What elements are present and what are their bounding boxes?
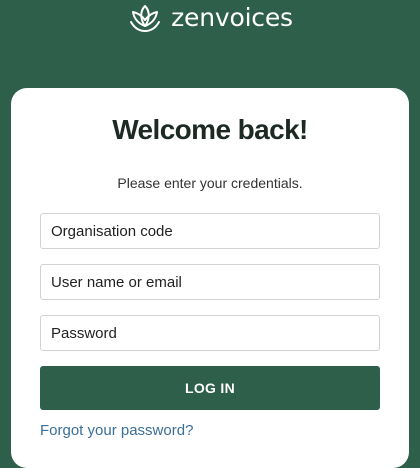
page-subtitle: Please enter your credentials. [117, 175, 303, 191]
username-input[interactable] [40, 264, 380, 300]
page-title: Welcome back! [112, 114, 308, 145]
lotus-icon [130, 5, 161, 32]
brand-name: zenvoices [171, 2, 293, 32]
brand-header: zenvoices [0, 0, 420, 38]
organisation-code-input[interactable] [40, 213, 380, 249]
forgot-password-link[interactable]: Forgot your password? [40, 422, 193, 439]
login-button[interactable]: LOG IN [40, 366, 380, 410]
login-card: Welcome back! Please enter your credenti… [11, 88, 409, 468]
password-input[interactable] [40, 315, 380, 351]
